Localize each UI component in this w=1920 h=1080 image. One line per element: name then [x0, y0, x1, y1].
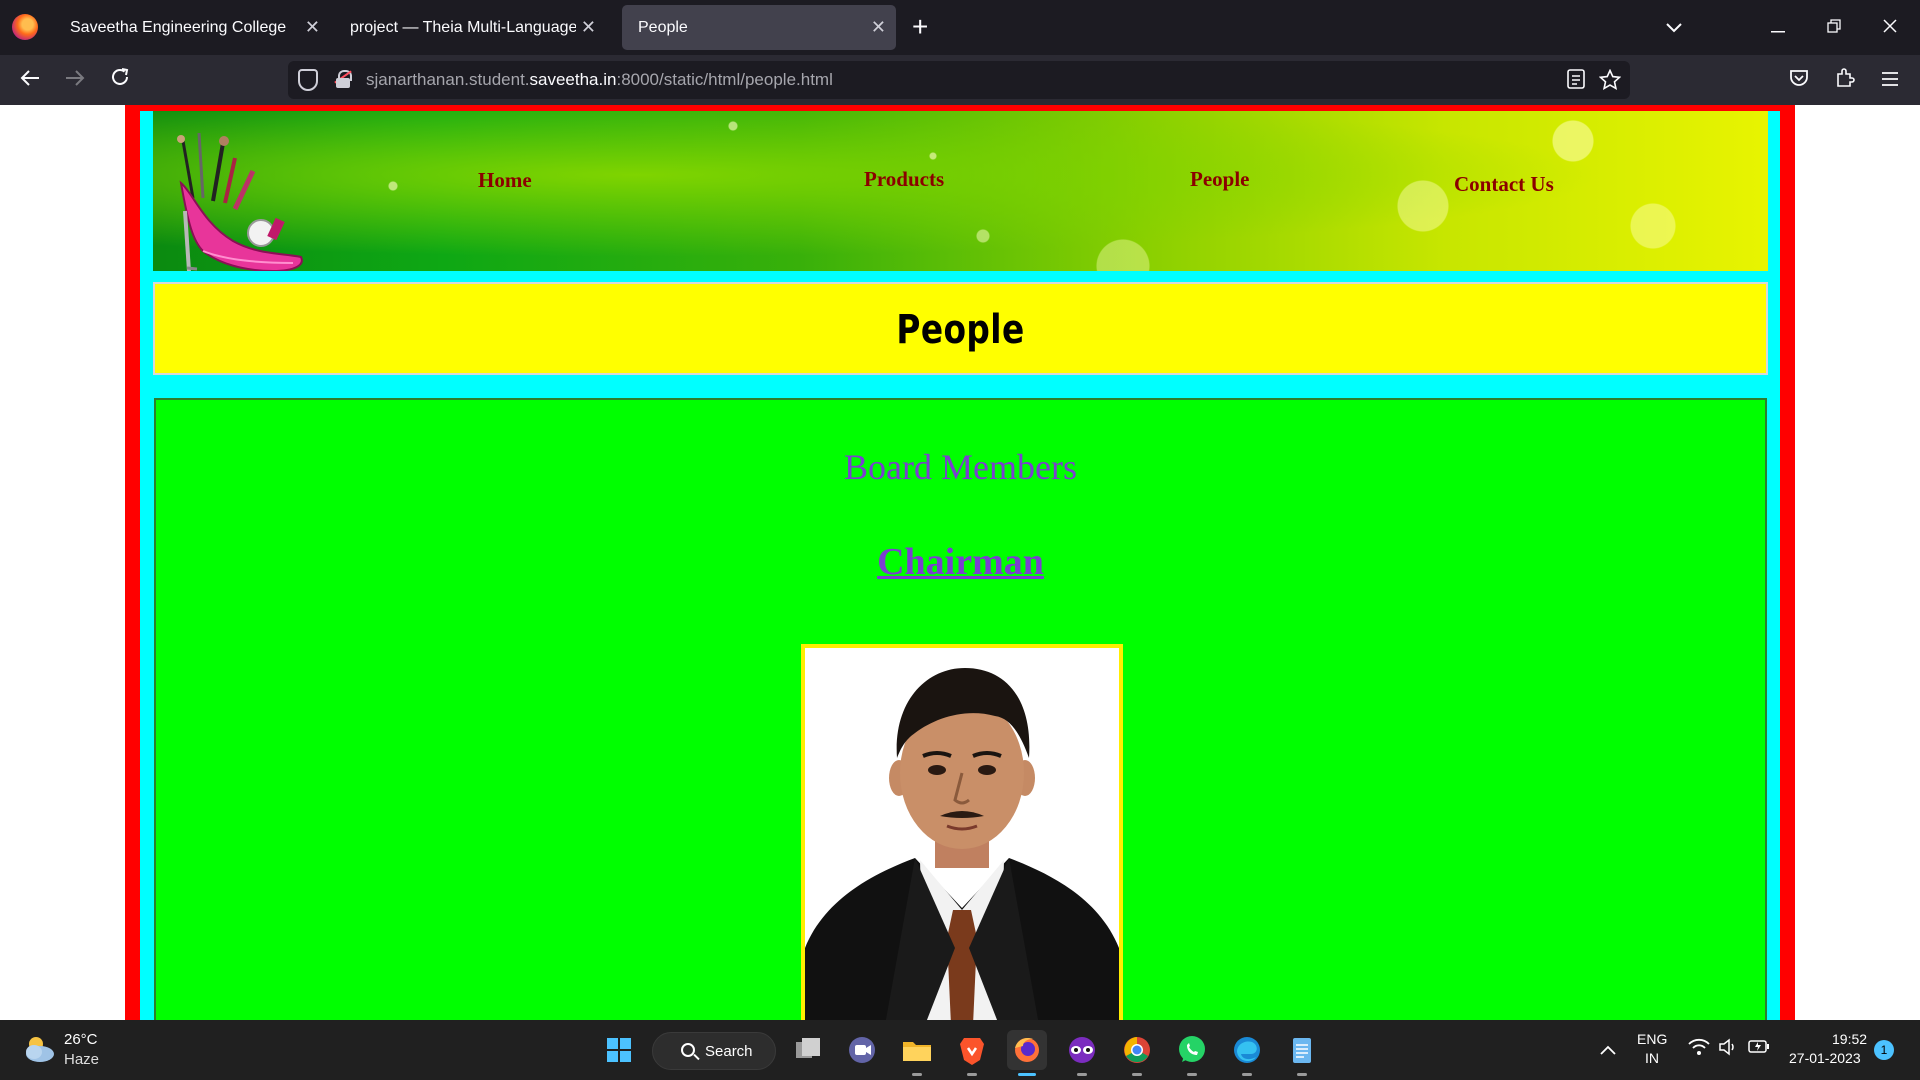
tab-label: People [638, 19, 688, 36]
notification-badge[interactable]: 1 [1874, 1040, 1894, 1060]
tab-people[interactable]: People ✕ [622, 5, 896, 50]
page-title: People [896, 307, 1025, 353]
nav-contact-link[interactable]: Contact Us [1454, 172, 1554, 197]
url-text[interactable]: sjanarthanan.student.saveetha.in:8000/st… [366, 61, 833, 99]
weather-condition[interactable]: Haze [64, 1051, 99, 1068]
notepad-icon[interactable] [1282, 1030, 1322, 1076]
vpn-mask-icon[interactable] [1062, 1030, 1102, 1076]
tab-label: Saveetha Engineering College [70, 19, 287, 36]
reload-icon[interactable] [103, 63, 137, 97]
close-window-icon[interactable] [1870, 0, 1910, 55]
restore-icon[interactable] [1814, 0, 1854, 55]
insecure-lock-icon[interactable] [334, 70, 352, 88]
weather-temperature[interactable]: 26°C [64, 1031, 98, 1048]
firefox-icon[interactable] [1007, 1030, 1047, 1076]
chrome-icon[interactable] [1117, 1030, 1157, 1076]
brave-icon[interactable] [952, 1030, 992, 1076]
back-icon[interactable] [13, 63, 47, 97]
url-suffix: :8000/static/html/people.html [616, 70, 833, 89]
close-tab-icon[interactable]: ✕ [581, 5, 596, 50]
pocket-icon[interactable] [1782, 63, 1816, 97]
language-line-1[interactable]: ENG [1637, 1031, 1667, 1047]
edge-icon[interactable] [1227, 1030, 1267, 1076]
list-all-tabs-icon[interactable] [1654, 0, 1694, 55]
windows-taskbar: 26°C Haze Search ENG IN 19:52 27-01-2023… [0, 1020, 1920, 1080]
navigation-toolbar: sjanarthanan.student.saveetha.in:8000/st… [0, 55, 1920, 105]
new-tab-button[interactable]: + [912, 8, 928, 46]
language-line-2[interactable]: IN [1645, 1050, 1659, 1066]
menu-icon[interactable] [1873, 63, 1907, 97]
bookmark-star-icon[interactable] [1598, 68, 1622, 93]
url-domain: saveetha.in [529, 70, 617, 89]
forward-icon[interactable] [58, 63, 92, 97]
board-members-section: Board Members Chairman [154, 398, 1767, 1020]
whatsapp-icon[interactable] [1172, 1030, 1212, 1076]
weather-haze-icon[interactable] [22, 1034, 56, 1064]
header-banner: Home Products People Contact Us [153, 111, 1768, 271]
chairman-link[interactable]: Chairman [877, 541, 1044, 583]
tab-theia-project[interactable]: project — Theia Multi-Language Ex ✕ [334, 5, 606, 50]
page-viewport: Home Products People Contact Us People B… [0, 105, 1920, 1020]
wifi-icon[interactable] [1688, 1038, 1710, 1061]
start-icon[interactable] [599, 1030, 639, 1070]
nav-home-link[interactable]: Home [478, 168, 532, 193]
search-label: Search [705, 1043, 753, 1060]
minimize-icon[interactable] [1758, 0, 1798, 55]
meet-icon[interactable] [842, 1030, 882, 1070]
chairman-heading: Chairman [156, 540, 1765, 584]
task-view-icon[interactable] [788, 1030, 828, 1070]
address-bar[interactable]: sjanarthanan.student.saveetha.in:8000/st… [288, 61, 1630, 99]
reader-view-icon[interactable] [1564, 69, 1588, 93]
nav-products-link[interactable]: Products [864, 167, 944, 192]
tab-label: project — Theia Multi-Language Ex [350, 19, 576, 36]
file-explorer-icon[interactable] [897, 1030, 937, 1076]
close-tab-icon[interactable]: ✕ [871, 5, 886, 50]
url-prefix: sjanarthanan.student. [366, 70, 530, 89]
clock-date[interactable]: 27-01-2023 [1789, 1050, 1861, 1066]
taskbar-search[interactable]: Search [652, 1032, 776, 1070]
browser-tab-bar: Saveetha Engineering College ✕ project —… [0, 0, 1920, 55]
clock-time[interactable]: 19:52 [1832, 1031, 1867, 1047]
chairman-photo [801, 644, 1123, 1020]
high-heel-shoe-logo [177, 132, 303, 271]
firefox-icon[interactable] [12, 14, 38, 40]
search-icon [681, 1043, 695, 1057]
tab-saveetha-college[interactable]: Saveetha Engineering College ✕ [54, 5, 330, 50]
chairman-portrait [805, 648, 1119, 1020]
battery-icon[interactable] [1748, 1038, 1770, 1059]
nav-people-link[interactable]: People [1190, 167, 1249, 192]
page-title-box: People [153, 282, 1768, 375]
board-members-heading: Board Members [844, 447, 1077, 487]
volume-icon[interactable] [1718, 1038, 1738, 1061]
close-tab-icon[interactable]: ✕ [305, 5, 320, 50]
show-hidden-icons-icon[interactable] [1600, 1040, 1616, 1060]
extensions-icon[interactable] [1828, 63, 1862, 97]
shield-icon[interactable] [298, 69, 318, 91]
